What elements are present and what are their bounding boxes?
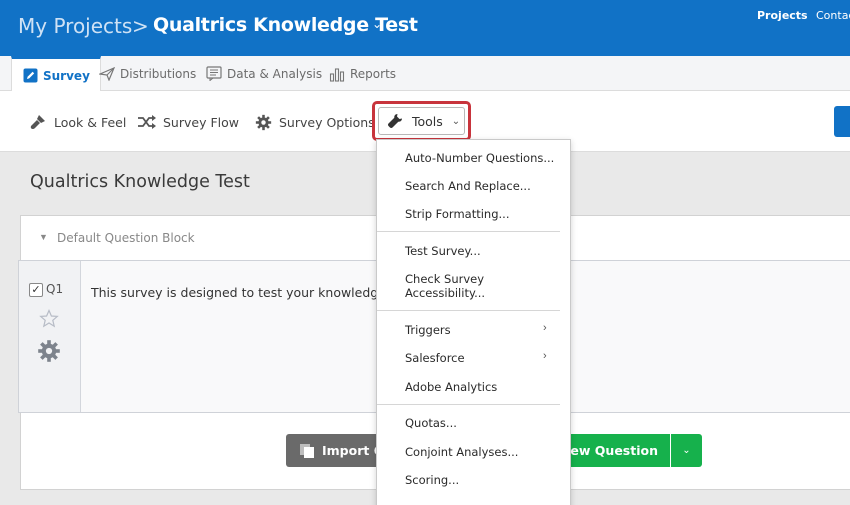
survey-flow-label: Survey Flow	[163, 114, 239, 130]
bar-chart-icon	[329, 66, 345, 82]
gear-icon	[253, 113, 273, 131]
menu-item-auto-number[interactable]: Auto-Number Questions...	[405, 151, 554, 165]
paint-brush-icon	[28, 113, 48, 131]
survey-title: Qualtrics Knowledge Test	[30, 172, 250, 192]
wrench-icon	[387, 112, 405, 130]
survey-options-button[interactable]: Survey Options	[253, 112, 375, 132]
question-id: Q1	[46, 282, 64, 296]
document-list-icon	[206, 66, 222, 82]
survey-options-label: Survey Options	[279, 114, 375, 130]
breadcrumb-separator: >	[132, 14, 149, 38]
create-new-question-button[interactable]: a New Question	[555, 434, 670, 467]
menu-divider	[377, 310, 560, 311]
look-feel-label: Look & Feel	[54, 114, 127, 130]
menu-item-search-replace[interactable]: Search And Replace...	[405, 179, 531, 193]
menu-item-triggers[interactable]: Triggers	[405, 323, 451, 337]
tools-button-highlight: Tools ⌄	[372, 101, 471, 141]
chevron-down-icon: ⌄	[451, 115, 461, 127]
import-questions-button[interactable]: Import Qu	[286, 434, 386, 467]
menu-item-conjoint-analyses[interactable]: Conjoint Analyses...	[405, 445, 518, 459]
question-gutter: ✓ Q1	[19, 261, 81, 412]
tab-reports[interactable]: Reports	[329, 56, 396, 91]
menu-item-quotas[interactable]: Quotas...	[405, 416, 457, 430]
survey-flow-button[interactable]: Survey Flow	[137, 112, 239, 132]
tab-distributions-label: Distributions	[120, 66, 197, 81]
menu-item-check-accessibility[interactable]: Check Survey Accessibility...	[405, 272, 485, 300]
tab-reports-label: Reports	[350, 66, 397, 81]
tab-data-analysis[interactable]: Data & Analysis	[206, 56, 322, 91]
tools-button[interactable]: Tools ⌄	[378, 107, 465, 135]
tools-label: Tools	[412, 113, 443, 129]
tab-survey[interactable]: Survey	[11, 56, 101, 92]
tools-dropdown-menu: Auto-Number Questions... Search And Repl…	[376, 139, 571, 505]
menu-divider	[377, 231, 560, 232]
preview-button[interactable]	[834, 106, 850, 137]
block-name: Default Question Block	[57, 231, 195, 245]
nav-contacts-link[interactable]: Contacts	[816, 9, 850, 22]
pencil-icon	[22, 68, 38, 84]
menu-item-check-accessibility-line2: Accessibility...	[405, 286, 486, 300]
breadcrumb-my-projects[interactable]: My Projects	[18, 14, 132, 38]
paper-plane-icon	[99, 66, 115, 82]
chevron-down-icon[interactable]: ⌄	[372, 17, 382, 31]
new-question-dropdown-button[interactable]: ⌄	[671, 434, 702, 467]
question-text[interactable]: This survey is designed to test your kno…	[91, 285, 398, 300]
caret-down-icon[interactable]: ▼	[39, 232, 48, 242]
chevron-right-icon: ›	[543, 350, 547, 362]
nav-projects-link[interactable]: Projects	[757, 9, 808, 22]
question-checkbox[interactable]: ✓	[29, 283, 43, 297]
menu-item-strip-formatting[interactable]: Strip Formatting...	[405, 207, 509, 221]
menu-item-scoring[interactable]: Scoring...	[405, 473, 459, 487]
menu-item-check-accessibility-line1: Check Survey	[405, 272, 485, 286]
copy-icon	[299, 443, 315, 459]
menu-item-test-survey[interactable]: Test Survey...	[405, 244, 481, 258]
chevron-down-icon: ⌄	[682, 445, 691, 456]
chevron-right-icon: ›	[543, 322, 547, 334]
tab-bar: Survey Distributions Data & Analysis Rep…	[0, 56, 850, 92]
menu-item-salesforce[interactable]: Salesforce	[405, 351, 465, 365]
menu-item-adobe-analytics[interactable]: Adobe Analytics	[405, 380, 497, 394]
tab-data-analysis-label: Data & Analysis	[227, 66, 323, 81]
tab-distributions[interactable]: Distributions	[99, 56, 196, 91]
top-header: My Projects > Qualtrics Knowledge Test ⌄…	[0, 0, 850, 56]
tab-survey-label: Survey	[43, 68, 90, 83]
gear-icon[interactable]	[37, 339, 61, 363]
look-feel-button[interactable]: Look & Feel	[28, 112, 126, 132]
shuffle-icon	[137, 113, 157, 131]
menu-divider	[377, 404, 560, 405]
star-icon[interactable]	[39, 309, 59, 329]
